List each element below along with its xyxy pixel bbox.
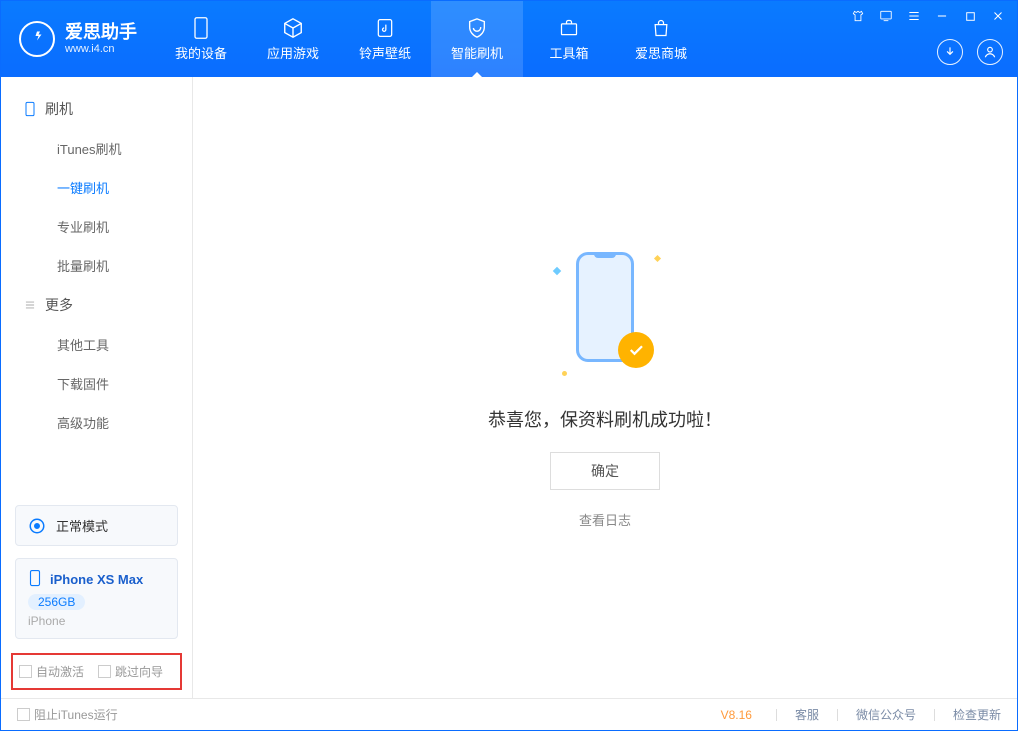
device-type: iPhone <box>28 614 165 628</box>
user-button[interactable] <box>977 39 1003 65</box>
main-content: 恭喜您，保资料刷机成功啦！ 确定 查看日志 <box>193 77 1017 698</box>
cube-icon <box>281 16 305 40</box>
phone-icon <box>23 102 37 116</box>
block-itunes-checkbox[interactable]: 阻止iTunes运行 <box>17 706 118 723</box>
status-bar: 阻止iTunes运行 V8.16 客服 微信公众号 检查更新 <box>1 698 1017 730</box>
mode-icon <box>28 517 46 535</box>
music-file-icon <box>373 16 397 40</box>
device-name: iPhone XS Max <box>50 572 143 587</box>
logo-icon <box>19 21 55 57</box>
briefcase-icon <box>557 16 581 40</box>
sidebar-item-batch-flash[interactable]: 批量刷机 <box>1 246 192 285</box>
device-card[interactable]: iPhone XS Max 256GB iPhone <box>15 558 178 639</box>
nav-label: 工具箱 <box>549 43 588 62</box>
list-icon <box>23 298 37 312</box>
sidebar-item-itunes-flash[interactable]: iTunes刷机 <box>1 129 192 168</box>
refresh-shield-icon <box>465 16 489 40</box>
top-nav: 我的设备 应用游戏 铃声壁纸 智能刷机 工具箱 爱思商城 <box>155 1 707 77</box>
shirt-icon[interactable] <box>849 7 867 25</box>
success-message: 恭喜您，保资料刷机成功啦！ <box>488 406 722 432</box>
download-button[interactable] <box>937 39 963 65</box>
app-logo: 爱思助手 www.i4.cn <box>1 21 155 57</box>
nav-label: 应用游戏 <box>267 43 319 62</box>
block-itunes-label: 阻止iTunes运行 <box>34 706 118 723</box>
menu-icon[interactable] <box>905 7 923 25</box>
auto-activate-checkbox[interactable]: 自动激活 <box>19 663 84 680</box>
sidebar-group-more: 更多 <box>1 285 192 325</box>
flash-options-highlight: 自动激活 跳过向导 <box>11 653 182 690</box>
sidebar-item-advanced[interactable]: 高级功能 <box>1 403 192 442</box>
view-log-link[interactable]: 查看日志 <box>579 510 631 529</box>
nav-label: 爱思商城 <box>635 43 687 62</box>
close-icon[interactable] <box>989 7 1007 25</box>
auto-activate-label: 自动激活 <box>36 663 84 680</box>
nav-store[interactable]: 爱思商城 <box>615 1 707 77</box>
mode-label: 正常模式 <box>56 516 108 535</box>
group-title-label: 更多 <box>45 295 73 315</box>
nav-label: 智能刷机 <box>451 43 503 62</box>
device-phone-icon <box>28 569 42 590</box>
sidebar: 刷机 iTunes刷机 一键刷机 专业刷机 批量刷机 更多 其他工具 下载固件 … <box>1 77 193 698</box>
ok-button[interactable]: 确定 <box>550 452 660 490</box>
sidebar-item-download-firmware[interactable]: 下载固件 <box>1 364 192 403</box>
feedback-icon[interactable] <box>877 7 895 25</box>
skip-guide-label: 跳过向导 <box>115 663 163 680</box>
sidebar-group-flash: 刷机 <box>1 89 192 129</box>
sidebar-item-other-tools[interactable]: 其他工具 <box>1 325 192 364</box>
check-update-link[interactable]: 检查更新 <box>953 706 1001 723</box>
wechat-link[interactable]: 微信公众号 <box>856 706 916 723</box>
group-title-label: 刷机 <box>45 99 73 119</box>
check-icon <box>618 332 654 368</box>
app-version: V8.16 <box>721 708 752 722</box>
nav-my-device[interactable]: 我的设备 <box>155 1 247 77</box>
success-illustration <box>550 246 660 386</box>
window-controls <box>849 7 1007 25</box>
bag-icon <box>649 16 673 40</box>
device-icon <box>189 16 213 40</box>
skip-guide-checkbox[interactable]: 跳过向导 <box>98 663 163 680</box>
sidebar-item-pro-flash[interactable]: 专业刷机 <box>1 207 192 246</box>
maximize-icon[interactable] <box>961 7 979 25</box>
nav-toolbox[interactable]: 工具箱 <box>523 1 615 77</box>
nav-apps-games[interactable]: 应用游戏 <box>247 1 339 77</box>
minimize-icon[interactable] <box>933 7 951 25</box>
mode-card[interactable]: 正常模式 <box>15 505 178 546</box>
sidebar-item-oneclick-flash[interactable]: 一键刷机 <box>1 168 192 207</box>
support-link[interactable]: 客服 <box>795 706 819 723</box>
nav-label: 我的设备 <box>175 43 227 62</box>
app-url: www.i4.cn <box>65 43 137 55</box>
nav-ringtones-wallpapers[interactable]: 铃声壁纸 <box>339 1 431 77</box>
app-header: 爱思助手 www.i4.cn 我的设备 应用游戏 铃声壁纸 智能刷机 <box>1 1 1017 77</box>
nav-smart-flash[interactable]: 智能刷机 <box>431 1 523 77</box>
nav-label: 铃声壁纸 <box>359 43 411 62</box>
device-capacity: 256GB <box>28 594 85 610</box>
app-title: 爱思助手 <box>65 23 137 43</box>
